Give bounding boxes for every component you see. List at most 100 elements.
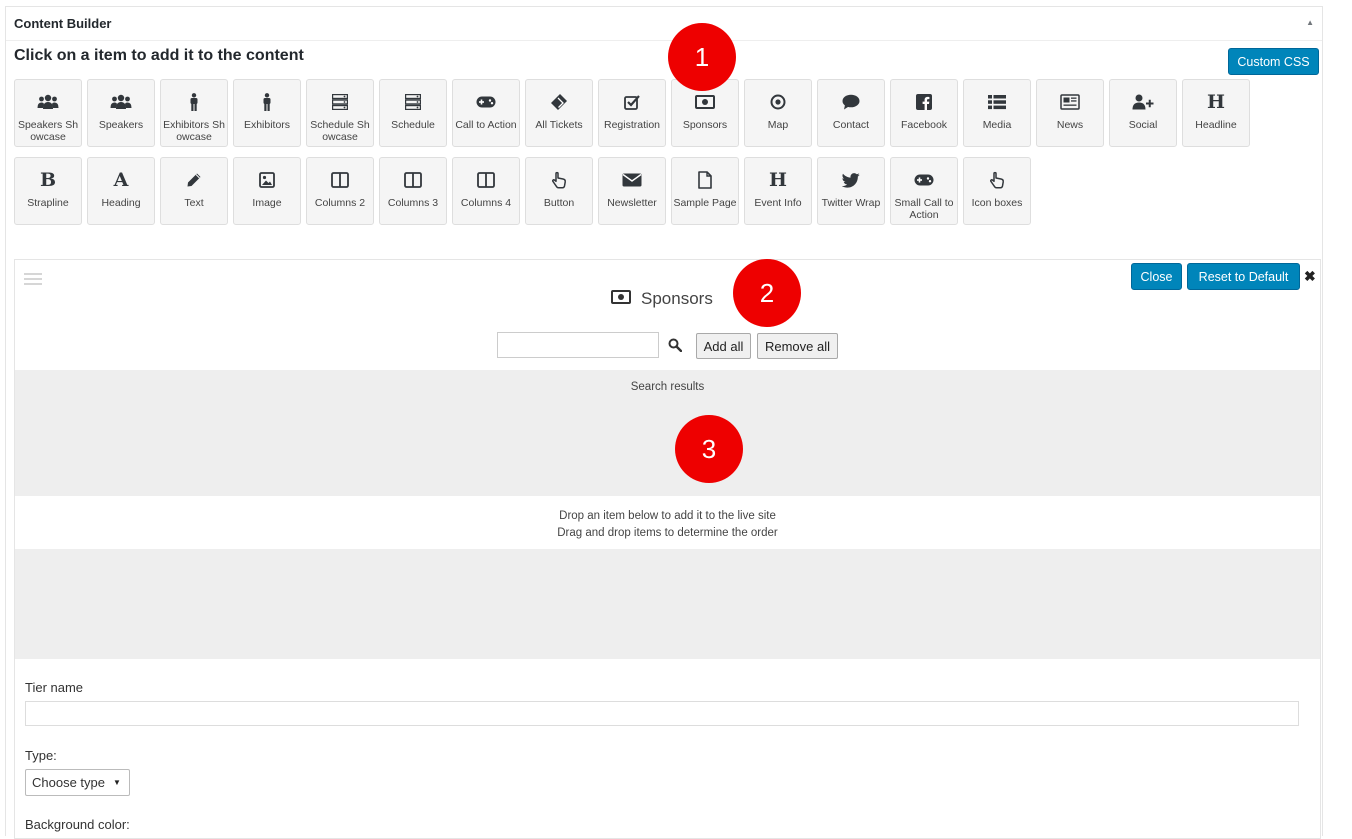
tile-label: Headline	[1195, 119, 1237, 131]
tier-name-input[interactable]	[25, 701, 1299, 726]
pencil-icon	[161, 170, 227, 190]
money-icon	[611, 289, 631, 309]
tile-label: Exhibitors	[243, 119, 291, 131]
tile-headline[interactable]: H Headline	[1182, 79, 1250, 147]
ticket-icon	[526, 92, 592, 112]
type-select[interactable]: Choose type ▼	[25, 769, 130, 796]
tile-speakers-showcase[interactable]: Speakers Showcase	[14, 79, 82, 147]
section-title-text: Sponsors	[641, 289, 713, 308]
tile-label: Registration	[603, 119, 661, 131]
search-input[interactable]	[497, 332, 659, 358]
tile-all-tickets[interactable]: All Tickets	[525, 79, 593, 147]
search-results-area: Search results	[15, 370, 1320, 496]
tile-label: Image	[252, 197, 282, 209]
gamepad-icon	[891, 170, 957, 190]
hand-pointer-icon	[964, 170, 1030, 190]
header-icon: H	[769, 169, 787, 191]
callout-badge-3: 3	[675, 415, 743, 483]
columns-icon	[307, 170, 373, 190]
header-icon: H	[1207, 91, 1225, 113]
tile-label: Columns 3	[387, 197, 439, 209]
callout-badge-1: 1	[668, 23, 736, 91]
server-icon	[307, 92, 373, 112]
custom-css-button[interactable]: Custom CSS	[1228, 48, 1319, 75]
panel-title: Content Builder	[14, 16, 112, 31]
check-square-icon	[599, 92, 665, 112]
list-icon	[964, 92, 1030, 112]
tile-map[interactable]: Map	[744, 79, 812, 147]
type-select-value: Choose type	[32, 775, 105, 790]
tile-label: Schedule	[391, 119, 435, 131]
search-icon[interactable]	[668, 338, 683, 357]
tile-schedule[interactable]: Schedule	[379, 79, 447, 147]
columns-icon	[380, 170, 446, 190]
columns-icon	[453, 170, 519, 190]
section-title: Sponsors	[611, 288, 713, 310]
tile-exhibitors[interactable]: Exhibitors	[233, 79, 301, 147]
tile-label: News	[1056, 119, 1084, 131]
tile-event-info[interactable]: H Event Info	[744, 157, 812, 225]
tile-label: Sponsors	[682, 119, 728, 131]
tile-facebook[interactable]: Facebook	[890, 79, 958, 147]
instructions-text: Click on a item to add it to the content	[14, 47, 304, 64]
content-builder-panel: Content Builder ▲ Click on a item to add…	[5, 6, 1323, 839]
tile-columns-2[interactable]: Columns 2	[306, 157, 374, 225]
users-icon	[88, 92, 154, 112]
tile-call-to-action[interactable]: Call to Action	[452, 79, 520, 147]
drag-handle-icon[interactable]	[24, 273, 42, 288]
tile-label: Call to Action	[455, 119, 517, 131]
tile-social[interactable]: Social	[1109, 79, 1177, 147]
male-icon	[161, 92, 227, 112]
tile-sample-page[interactable]: Sample Page	[671, 157, 739, 225]
add-all-button[interactable]: Add all	[696, 333, 751, 359]
tile-schedule-showcase[interactable]: Schedule Showcase	[306, 79, 374, 147]
tile-heading[interactable]: A Heading	[87, 157, 155, 225]
tile-strapline[interactable]: B Strapline	[14, 157, 82, 225]
bold-icon: B	[39, 169, 57, 191]
remove-section-icon[interactable]: ✖	[1304, 268, 1316, 285]
tile-label: Twitter Wrap	[821, 197, 881, 209]
tile-newsletter[interactable]: Newsletter	[598, 157, 666, 225]
tile-label: All Tickets	[535, 119, 583, 131]
tile-registration[interactable]: Registration	[598, 79, 666, 147]
tile-icon-boxes[interactable]: Icon boxes	[963, 157, 1031, 225]
chevron-down-icon: ▼	[113, 778, 121, 787]
tile-label: Heading	[101, 197, 141, 209]
tile-image[interactable]: Image	[233, 157, 301, 225]
tile-label: Exhibitors Showcase	[163, 119, 225, 143]
male-icon	[234, 92, 300, 112]
twitter-icon	[818, 170, 884, 190]
drop-zone[interactable]	[15, 549, 1320, 659]
gamepad-icon	[453, 92, 519, 112]
hand-pointer-icon	[526, 170, 592, 190]
tile-exhibitors-showcase[interactable]: Exhibitors Showcase	[160, 79, 228, 147]
tile-columns-3[interactable]: Columns 3	[379, 157, 447, 225]
tile-label: Speakers	[98, 119, 144, 131]
tile-speakers[interactable]: Speakers	[87, 79, 155, 147]
tile-label: Media	[982, 119, 1012, 131]
tier-name-label: Tier name	[25, 680, 84, 695]
tile-media[interactable]: Media	[963, 79, 1031, 147]
tile-label: Columns 2	[314, 197, 366, 209]
dot-circle-icon	[745, 92, 811, 112]
font-icon: A	[113, 169, 129, 191]
tile-label: Contact	[832, 119, 870, 131]
tile-small-call-to-action[interactable]: Small Call to Action	[890, 157, 958, 225]
reset-to-default-button[interactable]: Reset to Default	[1187, 263, 1300, 290]
tile-contact[interactable]: Contact	[817, 79, 885, 147]
tile-label: Text	[184, 197, 204, 209]
search-results-label: Search results	[630, 381, 705, 393]
drop-instruction-line: Drop an item below to add it to the live…	[559, 510, 776, 522]
close-button[interactable]: Close	[1131, 263, 1182, 290]
drop-instruction-line: Drag and drop items to determine the ord…	[557, 527, 778, 539]
file-icon	[672, 170, 738, 190]
type-label: Type:	[25, 748, 57, 763]
user-plus-icon	[1110, 92, 1176, 112]
tile-news[interactable]: News	[1036, 79, 1104, 147]
tile-twitter-wrap[interactable]: Twitter Wrap	[817, 157, 885, 225]
tile-button[interactable]: Button	[525, 157, 593, 225]
tile-columns-4[interactable]: Columns 4	[452, 157, 520, 225]
remove-all-button[interactable]: Remove all	[757, 333, 838, 359]
tile-text[interactable]: Text	[160, 157, 228, 225]
collapse-toggle-icon[interactable]: ▲	[1306, 18, 1314, 27]
